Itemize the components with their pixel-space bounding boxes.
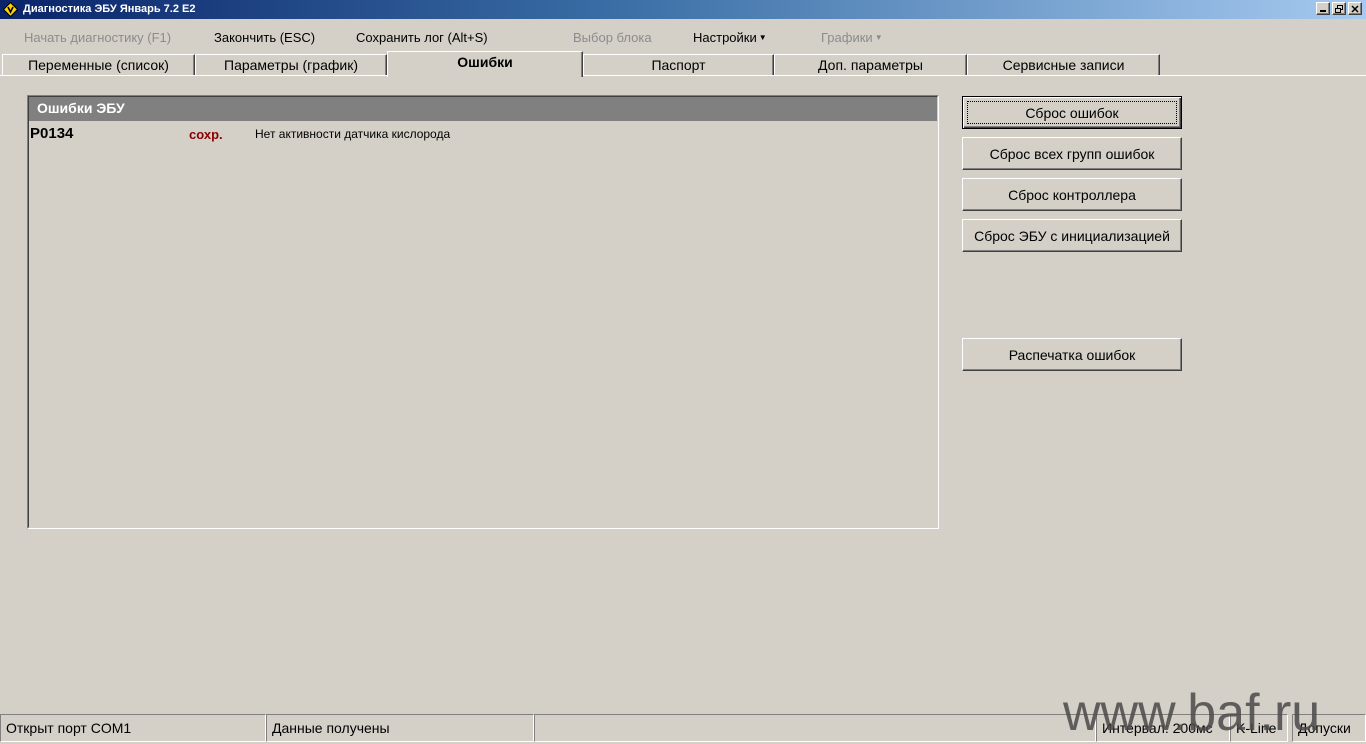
watermark-text: www.baf.ru xyxy=(1063,684,1321,742)
error-code: P0134 xyxy=(30,125,74,142)
tab-service-records[interactable]: Сервисные записи xyxy=(967,54,1160,75)
tab-parameters-chart[interactable]: Параметры (график) xyxy=(195,54,387,75)
tab-strip-border xyxy=(0,75,1366,76)
tab-passport[interactable]: Паспорт xyxy=(583,54,774,75)
menu-select-block[interactable]: Выбор блока xyxy=(573,30,652,45)
chevron-down-icon: ▼ xyxy=(874,33,883,42)
error-status: сохр. xyxy=(189,127,223,142)
reset-errors-button[interactable]: Сброс ошибок xyxy=(962,96,1182,129)
menu-settings[interactable]: Настройки ▼ xyxy=(693,30,767,45)
error-description: Нет активности датчика кислорода xyxy=(255,127,451,141)
tab-variables-list[interactable]: Переменные (список) xyxy=(2,54,195,75)
reset-controller-button[interactable]: Сброс контроллера xyxy=(962,178,1182,211)
errors-panel-header: Ошибки ЭБУ xyxy=(29,97,937,121)
close-button[interactable] xyxy=(1348,2,1362,15)
focus-rect xyxy=(967,101,1177,124)
menu-bar: Начать диагностику (F1) Закончить (ESC) … xyxy=(0,27,1366,49)
menu-finish[interactable]: Закончить (ESC) xyxy=(214,30,315,45)
title-bar: Диагностика ЭБУ Январь 7.2 E2 xyxy=(0,0,1366,19)
status-data: Данные получены xyxy=(266,714,534,742)
reset-all-groups-button[interactable]: Сброс всех групп ошибок xyxy=(962,137,1182,170)
status-port: Открыт порт COM1 xyxy=(0,714,266,742)
error-row[interactable]: P0134 сохр. Нет активности датчика кисло… xyxy=(29,125,937,143)
menu-charts-label: Графики xyxy=(821,30,873,45)
tab-extra-parameters[interactable]: Доп. параметры xyxy=(774,54,967,75)
minimize-button[interactable] xyxy=(1316,2,1330,15)
close-icon xyxy=(1351,5,1359,13)
status-empty xyxy=(534,714,1096,742)
minimize-icon xyxy=(1320,10,1326,12)
menu-save-log[interactable]: Сохранить лог (Alt+S) xyxy=(356,30,488,45)
menu-charts[interactable]: Графики ▼ xyxy=(821,30,883,45)
window-title: Диагностика ЭБУ Январь 7.2 E2 xyxy=(23,3,196,15)
chevron-down-icon: ▼ xyxy=(758,33,767,42)
errors-panel: Ошибки ЭБУ P0134 сохр. Нет активности да… xyxy=(27,95,939,529)
reset-ecu-init-button[interactable]: Сброс ЭБУ с инициализацией xyxy=(962,219,1182,252)
print-errors-button[interactable]: Распечатка ошибок xyxy=(962,338,1182,371)
menu-settings-label: Настройки xyxy=(693,30,757,45)
restore-icon xyxy=(1335,5,1343,13)
menu-start-diagnostics[interactable]: Начать диагностику (F1) xyxy=(24,30,171,45)
tab-errors[interactable]: Ошибки xyxy=(387,51,583,77)
app-logo-icon xyxy=(2,1,19,18)
restore-button[interactable] xyxy=(1332,2,1346,15)
